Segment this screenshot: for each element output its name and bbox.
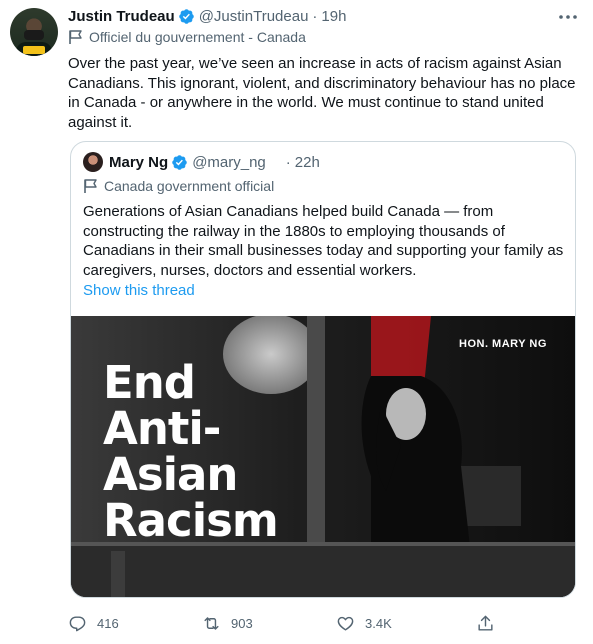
quoted-tweet-text: Generations of Asian Canadians helped bu… [83, 203, 564, 279]
image-title-line: Racism [103, 494, 279, 547]
tweet-time[interactable]: 19h [321, 8, 346, 25]
author-name[interactable]: Justin Trudeau [68, 8, 175, 25]
separator-dot: · [285, 153, 291, 171]
tweet-header: Justin Trudeau @JustinTrudeau · 19h [68, 5, 346, 27]
more-icon[interactable] [556, 8, 580, 26]
image-title-line: End [103, 356, 196, 409]
government-label-text: Officiel du gouvernement - Canada [89, 29, 306, 45]
image-title-line: Asian [103, 448, 238, 501]
verified-badge-icon [178, 8, 194, 24]
image-title: End Anti- Asian Racism [103, 356, 279, 547]
quoted-tweet-image[interactable]: HON. MARY NG End Anti- Asian Racism [71, 316, 575, 597]
author-avatar[interactable] [10, 8, 58, 56]
reply-count: 416 [97, 615, 119, 631]
retweet-button[interactable]: 903 [202, 608, 253, 638]
show-thread-link[interactable]: Show this thread [83, 282, 195, 299]
quoted-tweet-time[interactable]: 22h [295, 154, 320, 171]
quoted-author-avatar[interactable] [83, 152, 103, 172]
quoted-government-label-text: Canada government official [104, 178, 275, 194]
verified-badge-icon [172, 154, 187, 170]
reply-icon [69, 615, 86, 631]
author-handle[interactable]: @JustinTrudeau [199, 8, 309, 25]
tweet-actions: 416 903 3.4K [68, 608, 568, 638]
tweet-text: Over the past year, we’ve seen an increa… [68, 55, 576, 131]
separator-dot: · [312, 7, 318, 25]
quoted-government-label[interactable]: Canada government official [83, 178, 274, 194]
like-icon [337, 616, 354, 631]
share-icon [478, 615, 493, 631]
government-label[interactable]: Officiel du gouvernement - Canada [68, 29, 306, 45]
flag-icon [84, 179, 97, 193]
retweet-icon [204, 616, 219, 630]
image-caption: HON. MARY NG [459, 338, 547, 350]
flag-icon [69, 30, 82, 44]
tweet[interactable]: Justin Trudeau @JustinTrudeau · 19h Offi… [0, 0, 593, 644]
share-button[interactable] [476, 608, 505, 638]
retweet-count: 903 [231, 615, 253, 631]
quoted-tweet-header: Mary Ng @mary_ng · 22h [83, 152, 320, 172]
reply-button[interactable]: 416 [68, 608, 119, 638]
quoted-author-name[interactable]: Mary Ng [109, 154, 168, 171]
quoted-tweet[interactable]: Mary Ng @mary_ng · 22h Canada government… [70, 141, 576, 598]
image-title-line: Anti- [103, 402, 221, 455]
quoted-author-handle[interactable]: @mary_ng [192, 154, 266, 171]
like-button[interactable]: 3.4K [336, 608, 392, 638]
like-count: 3.4K [365, 615, 392, 631]
